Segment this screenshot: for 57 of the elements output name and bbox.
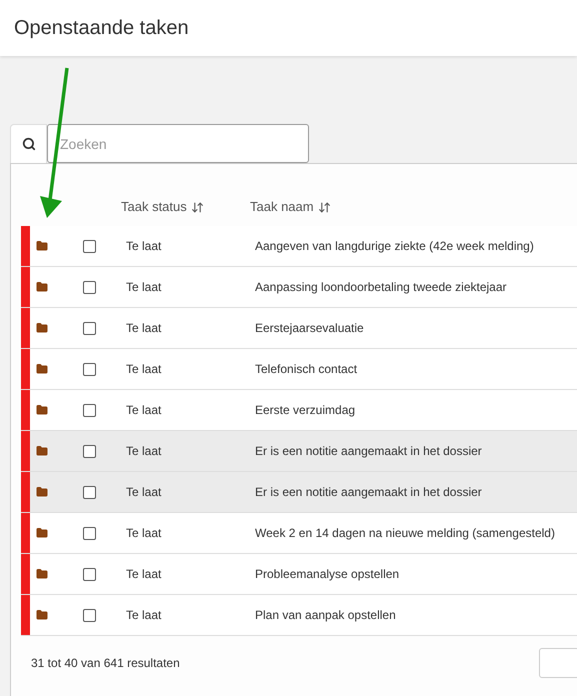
folder-icon <box>36 445 48 457</box>
status-text: Te laat <box>126 402 162 419</box>
row-checkbox[interactable] <box>83 444 96 458</box>
row-checkbox[interactable] <box>83 568 96 580</box>
folder-icon <box>36 486 48 498</box>
page-title: Openstaande taken <box>14 16 189 41</box>
status-text: Te laat <box>126 525 162 542</box>
task-name: Eerste verzuimdag <box>255 402 356 419</box>
task-name: Eerstejaarsevaluatie <box>255 320 364 337</box>
sort-icon[interactable] <box>190 200 204 214</box>
status-text: Te laat <box>126 566 162 583</box>
table-row[interactable]: Te laat Week 2 en 14 dagen na nieuwe melding (samengesteld) <box>21 513 577 554</box>
folder-icon <box>36 240 48 252</box>
status-text: Te laat <box>126 443 162 460</box>
column-header[interactable]: Taak naam <box>250 197 331 217</box>
task-name: Week 2 en 14 dagen na nieuwe melding (samengesteld) <box>255 525 555 542</box>
task-name: Aangeven van langdurige ziekte (42e week melding) <box>255 238 534 255</box>
folder-icon <box>36 363 48 375</box>
table-row[interactable]: Te laat Er is een notitie aangemaakt in het dossier <box>21 472 577 513</box>
status-text: Te laat <box>126 238 162 255</box>
row-checkbox[interactable] <box>83 280 96 294</box>
table-row[interactable]: Te laat Eerste verzuimdag <box>21 390 577 431</box>
table-row[interactable]: Te laat Telefonisch contact <box>21 349 577 390</box>
folder-icon <box>36 568 48 580</box>
table-row[interactable]: Te laat Probleemanalyse opstellen <box>21 554 577 595</box>
table-row[interactable]: Te laat Aanpassing loondoorbetaling tweede ziektejaar <box>21 267 577 308</box>
folder-icon <box>36 527 48 539</box>
status-text: Te laat <box>126 361 162 378</box>
results-count: 31 tot 40 van 641 resultaten <box>31 655 180 672</box>
task-name: Er is een notitie aangemaakt in het dossier <box>255 484 482 501</box>
folder-icon <box>36 322 48 334</box>
table-row[interactable]: Te laat Er is een notitie aangemaakt in het dossier <box>21 431 577 472</box>
folder-icon <box>36 404 48 416</box>
table-row[interactable]: Te laat Aangeven van langdurige ziekte (42e week melding) <box>21 226 577 267</box>
task-name: Aanpassing loondoorbetaling tweede ziektejaar <box>255 279 507 296</box>
row-checkbox[interactable] <box>83 362 96 376</box>
row-checkbox[interactable] <box>83 322 96 334</box>
table-row[interactable]: Te laat Plan van aanpak opstellen <box>21 595 577 636</box>
search-field[interactable]: Zoeken <box>47 124 309 163</box>
status-text: Te laat <box>126 607 162 624</box>
column-header[interactable]: Taak status <box>121 197 250 217</box>
folder-icon <box>36 609 48 621</box>
row-checkbox[interactable] <box>83 240 96 252</box>
row-checkbox[interactable] <box>83 608 96 622</box>
table-row[interactable]: Te laat Eerstejaarsevaluatie <box>21 308 577 349</box>
row-checkbox[interactable] <box>83 526 96 540</box>
status-text: Te laat <box>126 320 162 337</box>
status-text: Te laat <box>126 484 162 501</box>
row-checkbox[interactable] <box>83 404 96 416</box>
status-text: Te laat <box>126 279 162 296</box>
folder-icon <box>36 281 48 293</box>
row-checkbox[interactable] <box>83 486 96 498</box>
task-name: Telefonisch contact <box>255 361 358 378</box>
task-name: Plan van aanpak opstellen <box>255 607 396 624</box>
sort-icon[interactable] <box>318 200 331 214</box>
task-name: Er is een notitie aangemaakt in het dossier <box>255 443 482 460</box>
task-name: Probleemanalyse opstellen <box>255 566 400 583</box>
